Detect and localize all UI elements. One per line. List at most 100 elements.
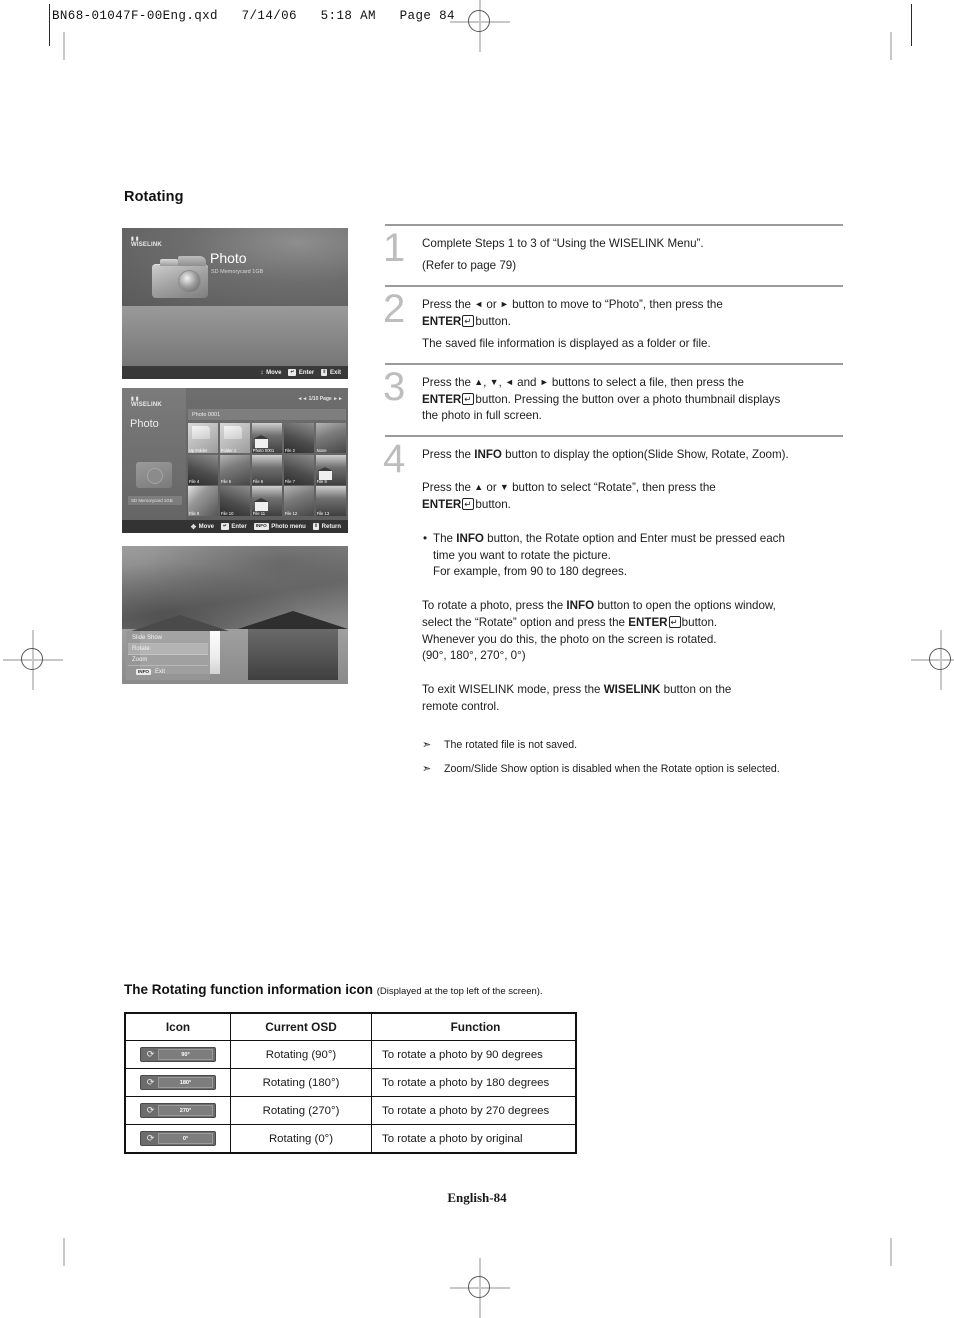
wiselink-logo-2: ▮▮ WISELINK <box>131 396 162 409</box>
thumbnail-item[interactable]: Photo 0001 <box>251 423 283 453</box>
step-4-number: 4 <box>383 436 406 481</box>
thumbnail-label: Folder 1 <box>220 447 237 453</box>
step-3-line-3: the photo in full screen. <box>422 409 542 423</box>
thumbnail-item[interactable]: File 11 <box>251 486 283 516</box>
print-header: BN68-01047F-00Eng.qxd 7/14/06 5:18 AM Pa… <box>52 9 455 23</box>
step-3-text-d: button. Pressing the button over a photo… <box>475 392 781 406</box>
step-3-text-c: buttons to select a file, then press the <box>551 375 744 389</box>
info-label-3: INFO <box>566 598 595 612</box>
enter-button-icon-2: ↵ <box>462 392 475 405</box>
enter-key-icon: ↵ <box>288 369 297 376</box>
thumbnail-item[interactable]: None <box>315 423 346 453</box>
enter-button-icon-3: ↵ <box>462 498 475 511</box>
rotate-badge-value: 90° <box>158 1049 213 1060</box>
osd-enter-label: Enter <box>298 369 315 376</box>
cell-icon: ⟳ 180° <box>124 1068 231 1097</box>
step-4-text-a: Press the <box>422 447 471 461</box>
column-header-current-osd: Current OSD <box>230 1012 372 1041</box>
thumbnail-label: File 8 <box>316 479 327 484</box>
screenshot1-hero: ▮▮ WISELINK Photo SD Memorycard 1GB <box>122 228 348 306</box>
rotate-arrows-icon: ⟳ <box>146 1133 155 1143</box>
osd-exit-label: Exit <box>329 369 341 376</box>
step-2-line-1: Press the ◄ or ► button to move to “Phot… <box>422 297 843 331</box>
thumbnail-item[interactable]: File 12 <box>283 486 315 516</box>
rotate-badge-icon: ⟳ 270° <box>140 1103 216 1118</box>
osd2-move: ✥ Move <box>191 523 214 531</box>
camera-illustration-body <box>178 256 206 266</box>
step-4-text-b: button to display the option(Slide Show,… <box>505 447 789 461</box>
thumbnail-label: File 13 <box>316 510 330 516</box>
osd2-return: ‖ Return <box>312 523 341 530</box>
thumbnail-item[interactable]: File 2 <box>283 423 315 453</box>
thumbnail-item[interactable]: File 9 <box>188 486 219 516</box>
rotating-icon-table: Icon Current OSD Function ⟳ 90° Rotating (… <box>124 1012 577 1154</box>
step-4-paragraph: To rotate a photo, press the INFO button… <box>422 598 843 665</box>
thumbnail-item[interactable]: File 8 <box>315 454 346 485</box>
step-4-para-d: button. <box>681 615 718 629</box>
screenshot2-osd-bar: ✥ Move ↵ Enter INFO Photo menu ‖ Return <box>122 520 348 533</box>
rotate-arrows-icon: ⟳ <box>146 1049 155 1059</box>
cell-current-osd: Rotating (180°) <box>230 1068 372 1097</box>
step-3-number: 3 <box>383 364 406 409</box>
thumbnail-label: File 6 <box>252 479 264 484</box>
info-key-icon: INFO <box>253 523 269 530</box>
cell-current-osd: Rotating (90°) <box>230 1040 372 1069</box>
option-slide-show[interactable]: Slide Show <box>128 633 208 644</box>
column-header-icon: Icon <box>124 1012 231 1041</box>
table-heading: The Rotating function information icon (… <box>124 982 543 997</box>
rotate-badge-value: 180° <box>158 1077 213 1088</box>
cell-function: To rotate a photo by 180 degrees <box>371 1068 577 1097</box>
thumbnail-item[interactable]: File 5 <box>219 454 251 485</box>
step-3: 3 Press the ▲, ▼, ◄ and ► buttons to sel… <box>383 364 843 435</box>
trim-mark-bottom-left <box>63 1238 65 1266</box>
enter-button-icon-4: ↵ <box>668 615 681 628</box>
thumbnail-item[interactable]: Folder 1 <box>219 423 251 453</box>
thumbnail-item[interactable]: File 4 <box>188 454 219 485</box>
column-header-function: Function <box>371 1012 577 1041</box>
thumbnail-item[interactable]: File 13 <box>315 486 346 516</box>
step-1-number: 1 <box>383 225 406 270</box>
step-2-text-c: button to move to “Photo”, then press th… <box>512 297 723 311</box>
step-4-bullet-b: button, the Rotate option and Enter must… <box>487 531 785 545</box>
thumbnail-item[interactable]: File 7 <box>283 454 315 485</box>
camera-illustration-2 <box>136 462 172 488</box>
step-4-exit-a: To exit WISELINK mode, press the <box>422 682 601 696</box>
thumbnail-item[interactable]: Up Folder <box>188 423 219 453</box>
step-4-bullet: The INFO button, the Rotate option and E… <box>422 531 843 581</box>
osd-move: ↕ Move <box>260 369 281 376</box>
registration-mark-top <box>450 0 510 52</box>
cell-function: To rotate a photo by 90 degrees <box>371 1040 577 1069</box>
step-1: 1 Complete Steps 1 to 3 of “Using the WI… <box>383 225 843 286</box>
option-zoom[interactable]: Zoom <box>128 655 208 666</box>
info-key-icon-2: INFO <box>136 668 151 676</box>
thumbnail-label: File 9 <box>189 510 200 516</box>
cell-icon: ⟳ 270° <box>124 1096 231 1125</box>
option-rotate[interactable]: Rotate <box>128 644 208 655</box>
thumbnail-label: File 2 <box>284 447 295 453</box>
step-4-bullet-a: The <box>433 531 453 545</box>
wiselink-label: WISELINK <box>603 682 661 696</box>
table-heading-note: (Displayed at the top left of the screen… <box>376 986 543 997</box>
step-2-text-b: or <box>486 297 497 311</box>
registration-mark-left <box>3 630 63 690</box>
wiselink-logo: ▮▮ WISELINK <box>131 236 162 249</box>
thumbnail-item[interactable]: File 6 <box>251 454 283 485</box>
step-3-text-a: Press the <box>422 375 471 389</box>
step-4-bullet-d: For example, from 90 to 180 degrees. <box>433 565 627 579</box>
thumbnail-label: File 11 <box>252 510 266 516</box>
cell-current-osd: Rotating (270°) <box>230 1096 372 1125</box>
step-4-rotate-instruction: Press the ▲ or ▼ button to select “Rotat… <box>422 480 843 514</box>
exit-key-icon: ‖ <box>321 369 328 376</box>
rotate-badge-icon: ⟳ 90° <box>140 1047 216 1062</box>
step-4-bullet-c: time you want to rotate the picture. <box>433 548 611 562</box>
right-arrow-icon-2: ► <box>539 376 549 387</box>
enter-label-3: ENTER <box>422 498 462 512</box>
thumbnail-item[interactable]: File 10 <box>219 486 251 516</box>
cell-icon: ⟳ 0° <box>124 1124 231 1154</box>
enter-button-icon: ↵ <box>462 314 475 327</box>
osd-exit: ‖ Exit <box>321 369 341 376</box>
down-arrow-icon: ▼ <box>489 376 499 387</box>
step-4-para-e: Whenever you do this, the photo on the s… <box>422 632 717 646</box>
thumbnail-grid: Up Folder Folder 1 Photo 0001 File 2 None Fil… <box>188 423 346 516</box>
step-2-line-3: The saved file information is displayed … <box>422 337 711 351</box>
